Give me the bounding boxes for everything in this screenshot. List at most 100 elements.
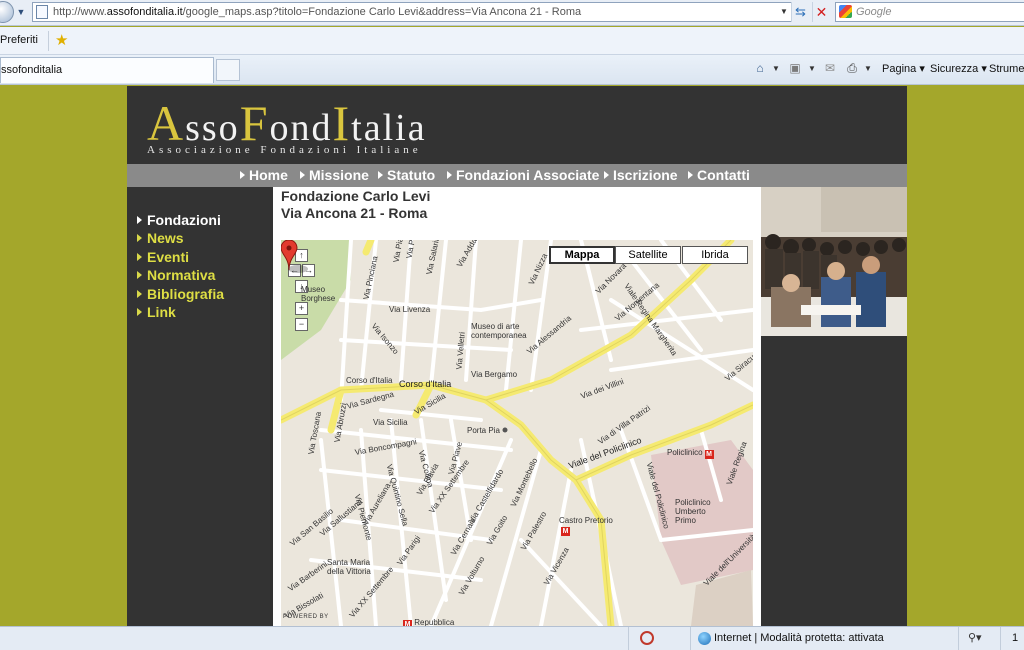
map-label: Via Livenza bbox=[389, 305, 431, 314]
page-menu[interactable]: Pagina ▾ bbox=[882, 61, 925, 77]
url-input[interactable]: http://www.assofonditalia.it/google_maps… bbox=[32, 2, 792, 22]
sidebar-item-bibliografia[interactable]: Bibliografia bbox=[137, 285, 224, 303]
internet-zone-icon bbox=[698, 632, 711, 645]
sidebar-item-normativa[interactable]: Normativa bbox=[137, 266, 215, 284]
favorites-bar: Preferiti ★ bbox=[0, 27, 1024, 55]
new-tab-button[interactable] bbox=[216, 59, 240, 81]
sidebar-item-fondazioni[interactable]: Fondazioni bbox=[137, 211, 221, 229]
browser-status-bar: Internet | Modalità protetta: attivata ⚲… bbox=[0, 626, 1024, 650]
sidebar-item-label: News bbox=[147, 230, 184, 246]
url-domain: assofonditalia.it bbox=[106, 6, 183, 18]
zoom-in-button[interactable]: + bbox=[295, 302, 308, 315]
status-separator bbox=[628, 627, 629, 650]
map-label: Santa Maria della Vittoria bbox=[327, 558, 371, 576]
stop-icon[interactable]: ✕ bbox=[812, 2, 830, 22]
nav-statuto-label: Statuto bbox=[387, 167, 436, 183]
google-map[interactable]: Mappa Satellite Ibrida ↑ ← → ↓ + − Via P… bbox=[281, 240, 753, 626]
tab-bar: ssofonditalia ⌂ ▼ ▣ ▼ ✉ ⎙ ▼ Pagina ▾ Sic… bbox=[0, 55, 1024, 85]
print-dropdown-icon[interactable]: ▼ bbox=[864, 61, 872, 77]
search-input[interactable]: Google bbox=[835, 2, 1024, 22]
sidebar-item-news[interactable]: News bbox=[137, 229, 184, 247]
repubblica-label: Repubblica bbox=[414, 618, 455, 626]
sidebar: Fondazioni News Eventi Normativa Bibliog… bbox=[127, 187, 273, 626]
map-type-satellite-button[interactable]: Satellite bbox=[615, 246, 681, 264]
tab-assofonditalia[interactable]: ssofonditalia bbox=[0, 57, 214, 83]
main-content: Fondazione Carlo Levi Via Ancona 21 - Ro… bbox=[273, 187, 761, 626]
map-poi-repubblica: M Repubblica bbox=[401, 618, 454, 626]
logo-letter-f: F bbox=[239, 95, 270, 151]
zoom-level[interactable]: 1 bbox=[1012, 632, 1018, 644]
tools-menu-label: Strumen bbox=[989, 63, 1024, 75]
history-dropdown-icon[interactable]: ▼ bbox=[14, 2, 28, 22]
mail-icon[interactable]: ✉ bbox=[822, 60, 838, 76]
security-menu-label: Sicurezza bbox=[930, 63, 979, 75]
site-container: AssoFondItalia Associazione Fondazioni I… bbox=[127, 86, 907, 626]
nav-statuto[interactable]: Statuto bbox=[378, 164, 435, 187]
site-tagline: Associazione Fondazioni Italiane bbox=[147, 144, 422, 156]
nav-contatti-label: Contatti bbox=[697, 167, 750, 183]
logo-part-sso: sso bbox=[185, 107, 240, 149]
nav-missione[interactable]: Missione bbox=[300, 164, 369, 187]
sidebar-item-label: Fondazioni bbox=[147, 212, 221, 228]
rss-dropdown-icon[interactable]: ▼ bbox=[808, 61, 816, 77]
map-label: Via Bergamo bbox=[471, 370, 518, 379]
url-prefix: http://www. bbox=[53, 6, 107, 18]
map-marker-icon[interactable] bbox=[281, 240, 311, 274]
url-dropdown-icon[interactable]: ▼ bbox=[778, 3, 790, 21]
top-navigation: Home Missione Statuto Fondazioni Associa… bbox=[127, 164, 907, 187]
foundation-address: Via Ancona 21 - Roma bbox=[281, 205, 428, 221]
add-favorite-star-icon[interactable]: ★ bbox=[55, 31, 68, 49]
foundation-title: Fondazione Carlo Levi bbox=[281, 188, 431, 204]
back-button[interactable] bbox=[0, 1, 14, 23]
castro-pretorio-label: Castro Pretorio bbox=[559, 516, 613, 525]
favorites-button[interactable]: Preferiti bbox=[0, 34, 38, 46]
map-label: Policlinico Umberto Primo bbox=[675, 498, 711, 525]
sidebar-item-label: Normativa bbox=[147, 267, 216, 283]
map-label: Corso d'Italia bbox=[346, 376, 393, 385]
map-label: Corso d'Italia bbox=[399, 379, 452, 389]
map-type-mappa-button[interactable]: Mappa bbox=[549, 246, 615, 264]
map-label: Via Sicilia bbox=[373, 418, 408, 427]
metro-icon: M bbox=[561, 527, 570, 536]
google-icon bbox=[839, 5, 852, 18]
zoom-icon[interactable]: ⚲▾ bbox=[968, 631, 982, 644]
nav-fondazioni-associate-label: Fondazioni Associate bbox=[456, 167, 600, 183]
map-type-ibrida-button[interactable]: Ibrida bbox=[682, 246, 748, 264]
site-header: AssoFondItalia Associazione Fondazioni I… bbox=[127, 86, 907, 164]
nav-home[interactable]: Home bbox=[240, 164, 288, 187]
map-powered-by: POWERED BY bbox=[283, 614, 329, 620]
logo-letter-a: A bbox=[147, 95, 186, 151]
nav-contatti[interactable]: Contatti bbox=[688, 164, 750, 187]
logo-part-talia: talia bbox=[351, 107, 427, 149]
nav-iscrizione-label: Iscrizione bbox=[613, 167, 678, 183]
nav-fondazioni-associate[interactable]: Fondazioni Associate bbox=[447, 164, 599, 187]
page-menu-label: Pagina bbox=[882, 63, 917, 75]
popup-blocked-icon[interactable] bbox=[640, 631, 654, 645]
nav-missione-label: Missione bbox=[309, 167, 369, 183]
sidebar-item-label: Bibliografia bbox=[147, 286, 225, 302]
map-label: Museo Borghese bbox=[301, 285, 336, 303]
tools-menu[interactable]: Strumen bbox=[989, 61, 1024, 77]
refresh-icon[interactable]: ⇆ bbox=[791, 2, 809, 22]
policlinico-label: Policlinico bbox=[667, 448, 703, 457]
sidebar-item-label: Link bbox=[147, 304, 176, 320]
browser-address-bar: ▼ http://www.assofonditalia.it/google_ma… bbox=[0, 0, 1024, 26]
zoom-out-button[interactable]: − bbox=[295, 318, 308, 331]
print-icon[interactable]: ⎙ bbox=[844, 60, 860, 76]
nav-iscrizione[interactable]: Iscrizione bbox=[604, 164, 678, 187]
home-icon[interactable]: ⌂ bbox=[752, 60, 768, 76]
favorites-separator bbox=[48, 31, 49, 51]
sidebar-item-label: Eventi bbox=[147, 249, 190, 265]
sidebar-item-link[interactable]: Link bbox=[137, 303, 176, 321]
map-poi-policlinico: Policlinico M bbox=[667, 448, 714, 459]
page-icon bbox=[36, 5, 48, 19]
status-separator bbox=[1000, 627, 1001, 650]
rss-feed-icon[interactable]: ▣ bbox=[787, 60, 803, 76]
logo-part-ond: ond bbox=[269, 107, 333, 149]
sidebar-item-eventi[interactable]: Eventi bbox=[137, 248, 189, 266]
nav-home-label: Home bbox=[249, 167, 288, 183]
security-menu[interactable]: Sicurezza ▾ bbox=[930, 61, 987, 77]
map-poi-castro-pretorio: Castro Pretorio M bbox=[559, 516, 614, 536]
metro-icon: M bbox=[704, 450, 714, 459]
home-dropdown-icon[interactable]: ▼ bbox=[772, 61, 780, 77]
